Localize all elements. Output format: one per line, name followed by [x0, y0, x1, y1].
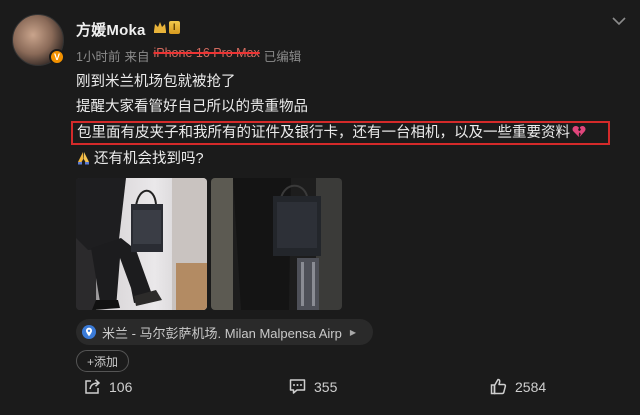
post-line-4-wrap: 还有机会找到吗? [76, 147, 616, 172]
comment-count: 355 [314, 378, 338, 395]
post-text: 刚到米兰机场包就被抢了 提醒大家看管好自己所以的贵重物品 包里面有皮夹子和我所有… [71, 70, 616, 172]
level-badge: I [169, 20, 180, 34]
post-line-1: 刚到米兰机场包就被抢了 [76, 74, 236, 90]
caret-right-icon: ▶ [349, 327, 356, 337]
source-device: iPhone 16 Pro Max [153, 46, 260, 60]
verified-badge: V [49, 49, 65, 65]
post-line-3-highlighted: 包里面有皮夹子和我所有的证件及银行卡，还有一台相机，以及一些重要资料 [71, 121, 610, 145]
post-line-2: 提醒大家看管好自己所以的贵重物品 [76, 99, 308, 115]
photo-grid [76, 178, 342, 310]
pray-icon [78, 152, 89, 165]
user-badges: I [153, 20, 180, 34]
source-prefix: 来自 [124, 50, 150, 64]
comment-icon [289, 379, 306, 394]
share-icon [85, 379, 101, 394]
chevron-down-icon[interactable] [612, 16, 626, 26]
action-bar: 106 355 2584 [0, 378, 640, 406]
weibo-post: V 方媛Moka I 1小时前 来自 iPhone 16 Pro Max 已编辑… [0, 0, 640, 415]
pin-icon [82, 325, 96, 339]
crown-icon [154, 22, 166, 33]
broken-heart-icon [572, 126, 586, 137]
comment-button[interactable]: 355 [289, 378, 337, 395]
location-tag[interactable]: 米兰 - 马尔彭萨机场. Milan Malpensa Airp ▶ [76, 319, 373, 345]
post-meta: 1小时前 来自 iPhone 16 Pro Max 已编辑 [76, 46, 301, 65]
thumbs-up-icon [490, 378, 507, 395]
add-button[interactable]: +添加 [76, 350, 129, 372]
username[interactable]: 方媛Moka [76, 19, 146, 40]
photo-2-image [211, 178, 342, 310]
post-line-4: 还有机会找到吗? [94, 151, 204, 167]
share-count: 106 [109, 378, 133, 395]
post-time[interactable]: 1小时前 [76, 46, 120, 65]
post-line-3: 包里面有皮夹子和我所有的证件及银行卡，还有一台相机，以及一些重要资料 [77, 125, 570, 141]
share-button[interactable]: 106 [84, 378, 132, 395]
photo-1[interactable] [76, 178, 207, 310]
like-button[interactable]: 2584 [490, 378, 546, 395]
photo-2[interactable] [211, 178, 342, 310]
edited-label[interactable]: 已编辑 [264, 46, 302, 65]
avatar[interactable]: V [12, 14, 65, 66]
like-count: 2584 [515, 378, 547, 395]
location-text: 米兰 - 马尔彭萨机场. Milan Malpensa Airp [102, 325, 342, 341]
photo-1-image [76, 178, 207, 310]
